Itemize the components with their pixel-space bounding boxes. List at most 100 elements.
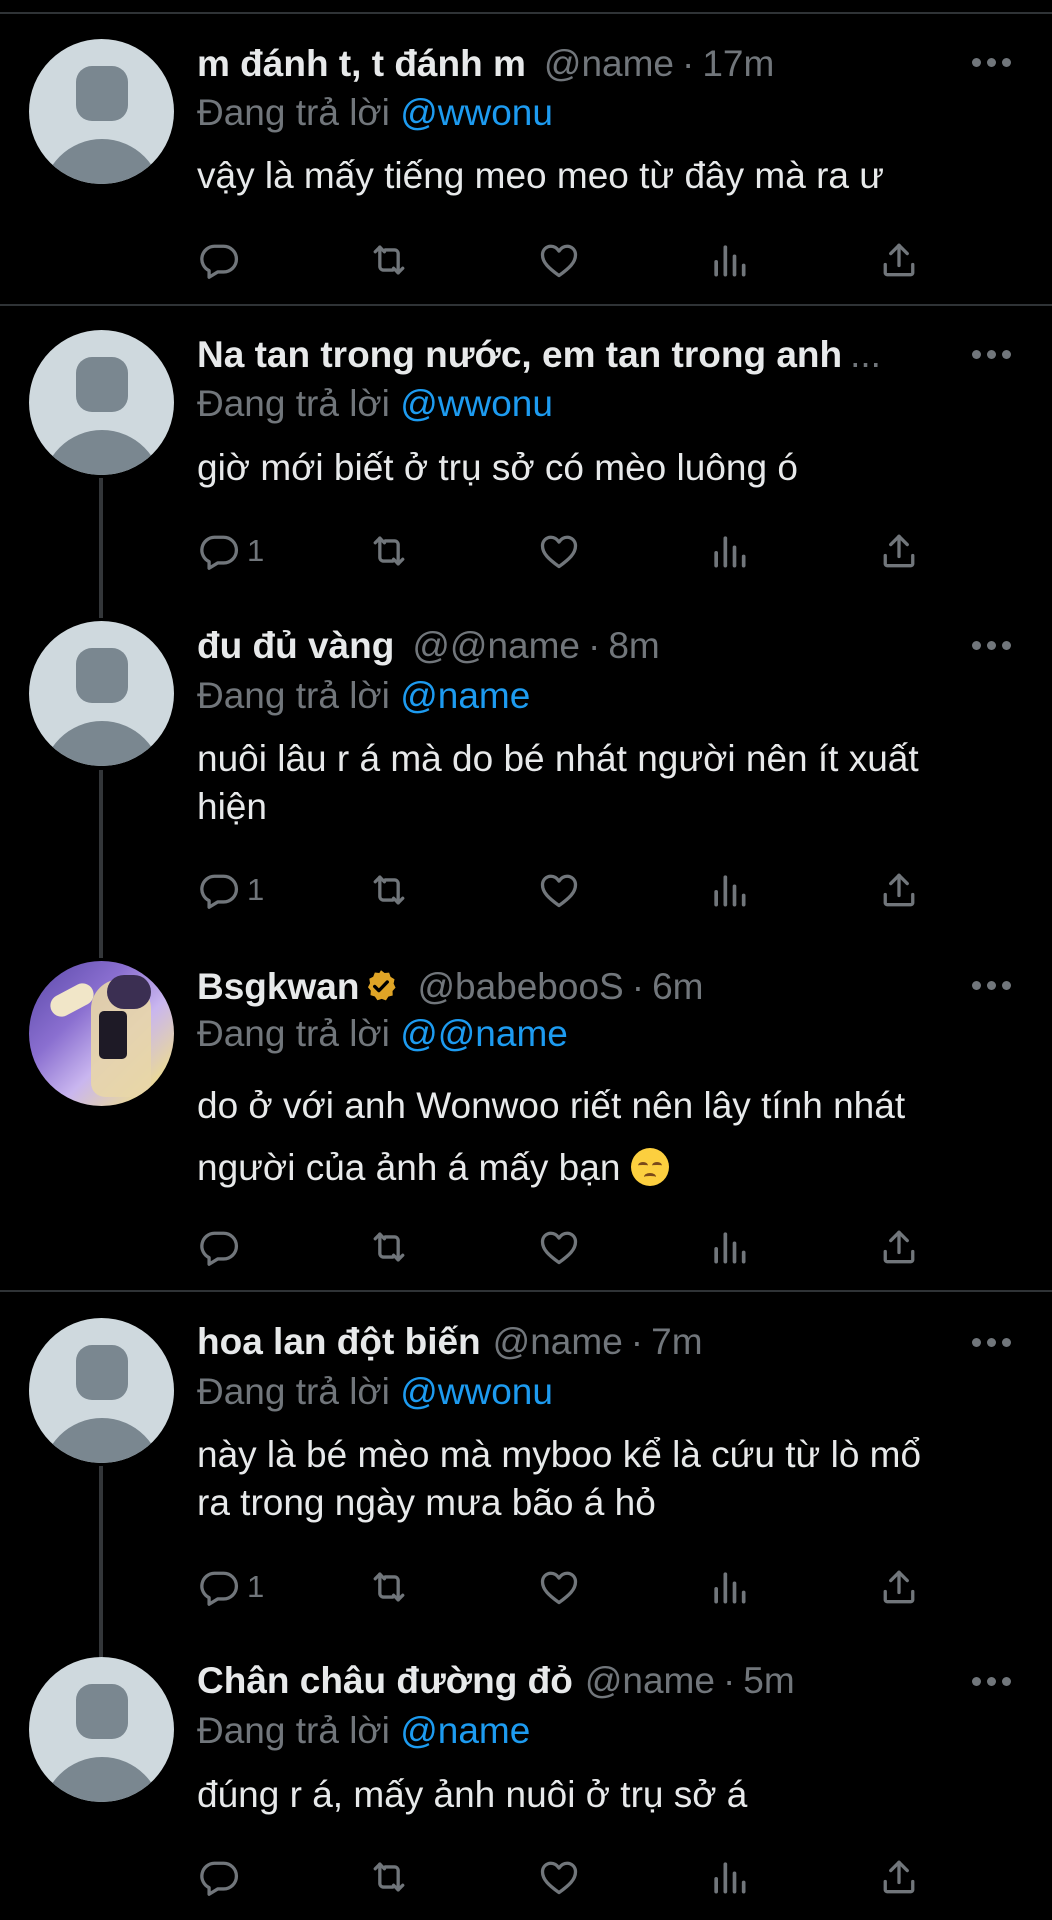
mention-link[interactable]: @name (400, 1710, 530, 1751)
like-icon (537, 1225, 581, 1269)
tweet-text: này là bé mèo mà myboo kể là cứu từ lò m… (197, 1434, 922, 1523)
views-button[interactable] (707, 1563, 751, 1611)
retweet-button[interactable] (367, 1563, 411, 1611)
handle[interactable]: @babebooS (417, 966, 623, 1007)
share-button[interactable] (877, 1853, 921, 1901)
share-button[interactable] (877, 866, 921, 914)
retweet-button[interactable] (367, 866, 411, 914)
like-button[interactable] (537, 866, 581, 914)
share-button[interactable] (877, 527, 921, 575)
views-button[interactable] (707, 236, 751, 284)
thread-line (99, 770, 103, 958)
views-icon (707, 238, 751, 282)
verified-badge-icon (368, 970, 396, 1001)
display-name[interactable]: Chân châu đường đỏ (197, 1660, 573, 1701)
display-name[interactable]: Bsgkwan (197, 966, 359, 1007)
thread-line (99, 478, 103, 618)
tweet-header: đu đủ vàng @@name · 8m (197, 622, 660, 670)
separator-dot: · (588, 625, 601, 666)
like-button[interactable] (537, 1853, 581, 1901)
mention-link[interactable]: @wwonu (400, 383, 553, 424)
reply-count: 1 (247, 872, 265, 907)
mention-link[interactable]: @name (400, 675, 530, 716)
reply-button[interactable] (197, 1223, 247, 1271)
replying-label: Đang trả lời (197, 1710, 390, 1751)
more-options-icon[interactable] (972, 1338, 1012, 1350)
views-icon (707, 529, 751, 573)
handle[interactable]: @name (493, 1321, 623, 1362)
like-icon (537, 529, 581, 573)
like-button[interactable] (537, 1223, 581, 1271)
more-options-icon[interactable] (972, 981, 1012, 993)
more-options-icon[interactable] (972, 641, 1012, 653)
pensive-face-emoji-icon (630, 1148, 669, 1186)
timestamp[interactable]: 5m (743, 1660, 794, 1701)
avatar-photo[interactable] (29, 961, 174, 1106)
reply-button[interactable]: 1 (197, 1563, 264, 1611)
views-button[interactable] (707, 527, 751, 575)
action-bar: 1 (197, 1563, 957, 1611)
avatar[interactable] (29, 1318, 174, 1463)
views-button[interactable] (707, 866, 751, 914)
display-name[interactable]: đu đủ vàng (197, 625, 394, 666)
replying-to: Đang trả lời @wwonu (197, 383, 553, 425)
more-options-icon[interactable] (972, 350, 1012, 362)
action-bar (197, 1223, 957, 1271)
share-icon (877, 238, 921, 282)
views-button[interactable] (707, 1223, 751, 1271)
tweet-text: nuôi lâu r á mà do bé nhát người nên ít … (197, 738, 919, 827)
retweet-icon (367, 238, 411, 282)
separator-dot: · (631, 966, 645, 1007)
reply-icon (197, 868, 241, 912)
share-icon (877, 1225, 921, 1269)
tweet-text: giờ mới biết ở trụ sở có mèo luông ó (197, 447, 798, 488)
retweet-button[interactable] (367, 527, 411, 575)
more-options-icon[interactable] (972, 58, 1012, 70)
tweet-header: m đánh t, t đánh m @name · 17m (197, 40, 774, 88)
handle[interactable]: @name (544, 43, 674, 84)
reply-icon (197, 1225, 241, 1269)
timestamp[interactable]: 8m (608, 625, 659, 666)
mention-link[interactable]: @wwonu (400, 92, 553, 133)
mention-link[interactable]: @wwonu (400, 1371, 553, 1412)
like-icon (537, 1565, 581, 1609)
share-button[interactable] (877, 1223, 921, 1271)
reply-icon (197, 1565, 241, 1609)
avatar[interactable] (29, 39, 174, 184)
retweet-button[interactable] (367, 1223, 411, 1271)
avatar[interactable] (29, 1657, 174, 1802)
share-button[interactable] (877, 1563, 921, 1611)
retweet-button[interactable] (367, 1853, 411, 1901)
timestamp[interactable]: 17m (702, 43, 774, 84)
reply-button[interactable] (197, 236, 247, 284)
reply-button[interactable]: 1 (197, 527, 264, 575)
retweet-icon (367, 529, 411, 573)
avatar[interactable] (29, 621, 174, 766)
retweet-button[interactable] (367, 236, 411, 284)
handle[interactable]: @name (585, 1660, 715, 1701)
views-button[interactable] (707, 1853, 751, 1901)
display-name[interactable]: Na tan trong nước, em tan trong anh (197, 334, 842, 375)
replying-label: Đang trả lời (197, 1371, 390, 1412)
reply-icon (197, 238, 241, 282)
action-bar: 1 (197, 866, 957, 914)
reply-button[interactable] (197, 1853, 247, 1901)
avatar[interactable] (29, 330, 174, 475)
reply-button[interactable]: 1 (197, 866, 264, 914)
display-name[interactable]: hoa lan đột biến (197, 1321, 481, 1362)
separator-dot: · (682, 43, 695, 84)
share-button[interactable] (877, 236, 921, 284)
like-button[interactable] (537, 236, 581, 284)
mention-link[interactable]: @@name (400, 1013, 568, 1054)
thread-line (99, 1466, 103, 1658)
separator-dot: · (630, 1321, 644, 1362)
like-button[interactable] (537, 1563, 581, 1611)
name-truncation: ... (850, 334, 881, 375)
like-button[interactable] (537, 527, 581, 575)
more-options-icon[interactable] (972, 1677, 1012, 1689)
reply-icon (197, 1855, 241, 1899)
display-name[interactable]: m đánh t, t đánh m (197, 43, 526, 84)
timestamp[interactable]: 7m (651, 1321, 702, 1362)
handle[interactable]: @@name (412, 625, 580, 666)
timestamp[interactable]: 6m (652, 966, 703, 1007)
